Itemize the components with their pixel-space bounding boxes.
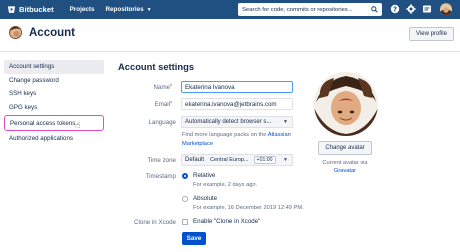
required-marker: *: [170, 84, 172, 90]
email-label-text: Email: [154, 101, 171, 108]
bitbucket-icon: [7, 6, 16, 13]
language-help: Find more language packs on the Atlassia…: [182, 131, 294, 149]
timezone-label: Time zone: [147, 157, 176, 164]
notifications-icon[interactable]: [422, 4, 432, 14]
sidebar-item-label: Personal access tokens: [10, 119, 76, 127]
clone-checkbox[interactable]: [182, 219, 188, 225]
required-marker: *: [170, 101, 172, 107]
search-placeholder: Search for code, commits or repositories…: [242, 6, 353, 13]
brand-name: Bitbucket: [19, 5, 54, 14]
nav-projects[interactable]: Projects: [70, 6, 95, 13]
email-value: ekaterina.ivanova@jetbrains.com: [185, 100, 277, 108]
timezone-offset: +01:00: [253, 156, 276, 164]
sidebar-item-change-password[interactable]: Change password: [4, 74, 104, 88]
sidebar-item-label: Account settings: [9, 63, 55, 71]
change-avatar-button[interactable]: Change avatar: [318, 141, 372, 155]
name-label-text: Name: [153, 84, 171, 91]
relative-example: For example, 2 days ago.: [193, 182, 258, 188]
relative-radio[interactable]: [182, 173, 188, 179]
view-profile-button[interactable]: View profile: [409, 27, 454, 41]
atlassian-link[interactable]: Atlassian: [268, 132, 291, 138]
absolute-radio[interactable]: [182, 196, 188, 202]
avatar-note-text: Current avatar via: [322, 160, 368, 166]
caret-down-icon: ▼: [283, 157, 288, 163]
absolute-example: For example, 16 December 2019 12:49 PM.: [193, 205, 304, 211]
name-label: Name*: [112, 84, 172, 91]
top-navigation-bar: Bitbucket Projects Repositories ▼ Search…: [0, 0, 460, 19]
gear-icon[interactable]: [406, 4, 416, 14]
sidebar-item-ssh-keys[interactable]: SSH keys: [4, 87, 104, 101]
section-title: Account settings: [118, 61, 195, 72]
account-avatar: [9, 26, 22, 39]
clone-option-label[interactable]: Enable "Clone in Xcode": [193, 218, 260, 225]
relative-label[interactable]: Relative: [193, 172, 215, 179]
help-icon[interactable]: ?: [390, 4, 400, 14]
sidebar-item-label: Authorized applications: [9, 135, 73, 143]
timezone-select[interactable]: Default Central Europ... +01:00 ▼: [181, 154, 293, 166]
avatar-note: Current avatar via Gravatar: [311, 159, 379, 175]
sidebar-item-authorized-applications[interactable]: Authorized applications: [4, 132, 104, 146]
sidebar-item-personal-access-tokens[interactable]: Personal access tokens: [4, 115, 104, 131]
language-help-text: Find more language packs on the: [182, 132, 268, 138]
clone-label: Clone in Xcode: [134, 219, 176, 226]
timezone-default: Default: [185, 157, 205, 163]
chevron-down-icon: ▼: [146, 6, 152, 13]
sidebar-item-label: GPG keys: [9, 103, 38, 111]
profile-avatar-image: [314, 72, 378, 136]
timezone-value: Central Europ...: [210, 157, 249, 163]
marketplace-link[interactable]: Marketplace: [182, 141, 213, 147]
timestamp-label: Timestamp: [145, 173, 176, 180]
svg-text:?: ?: [393, 6, 397, 14]
account-sidebar: Account settings Change password SSH key…: [4, 60, 104, 146]
sidebar-item-account-settings[interactable]: Account settings: [4, 60, 104, 74]
gravatar-link[interactable]: Gravatar: [334, 168, 356, 174]
search-input[interactable]: Search for code, commits or repositories…: [238, 3, 382, 16]
page-title: Account: [29, 27, 75, 39]
profile-photo-icon: [314, 72, 378, 136]
language-select[interactable]: Automatically detect browser s... ▼: [181, 116, 293, 128]
caret-down-icon: ▼: [283, 119, 288, 125]
name-field[interactable]: Ekaterina Ivanova: [181, 81, 293, 93]
name-value: Ekaterina Ivanova: [185, 83, 235, 91]
avatar-image-icon: [10, 27, 21, 38]
search-icon[interactable]: [371, 6, 378, 13]
email-label: Email*: [112, 101, 172, 108]
sidebar-item-label: Change password: [9, 76, 59, 84]
nav-repositories[interactable]: Repositories ▼: [105, 6, 151, 13]
sidebar-item-label: SSH keys: [9, 90, 37, 98]
nav-repositories-label: Repositories: [105, 6, 144, 13]
email-field[interactable]: ekaterina.ivanova@jetbrains.com: [181, 98, 293, 110]
hand-pointer-icon: ☝: [75, 120, 81, 130]
language-label: Language: [148, 119, 176, 126]
bitbucket-logo[interactable]: Bitbucket: [7, 5, 54, 14]
sidebar-item-gpg-keys[interactable]: GPG keys: [4, 101, 104, 115]
page-header: Account View profile: [0, 19, 460, 52]
user-avatar[interactable]: [440, 3, 452, 15]
language-value: Automatically detect browser s...: [185, 119, 272, 125]
save-button[interactable]: Save: [182, 232, 206, 245]
avatar-image-icon: [440, 4, 452, 15]
absolute-label[interactable]: Absolute: [193, 195, 217, 202]
nav-projects-label: Projects: [69, 6, 95, 13]
